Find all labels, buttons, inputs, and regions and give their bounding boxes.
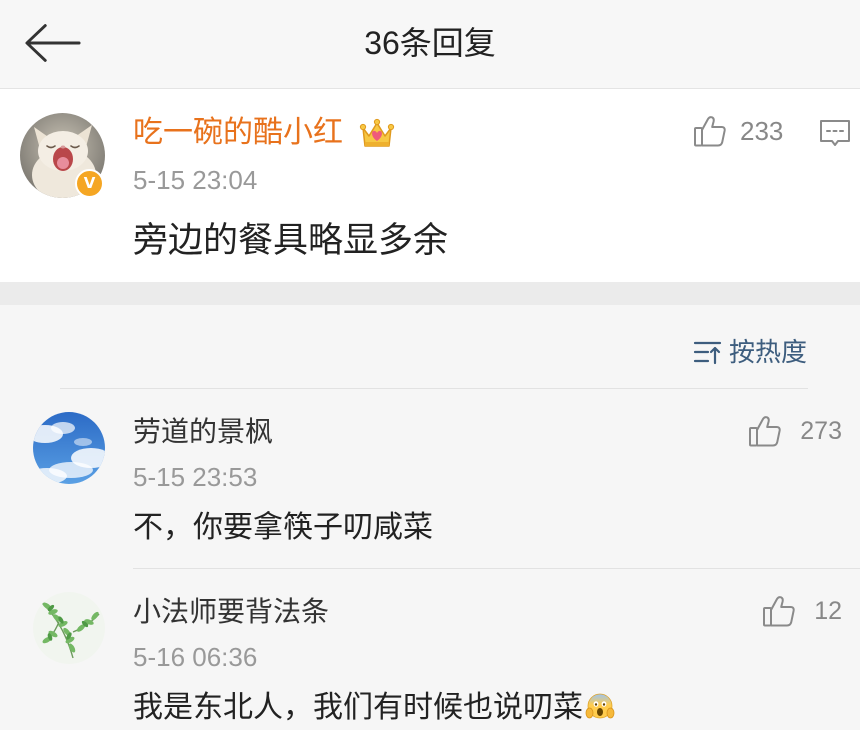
reply-button[interactable]: [818, 118, 852, 150]
reply-text: 我是东北人，我们有时候也说叨菜: [133, 691, 583, 724]
like-button[interactable]: 273: [748, 414, 842, 448]
reply-avatar[interactable]: [33, 412, 105, 484]
like-count: 273: [800, 417, 842, 445]
comment-icon: [820, 120, 850, 146]
green-leaves-avatar: [33, 592, 105, 664]
reply-username[interactable]: 小法师要背法条: [133, 594, 329, 630]
comment-timestamp: 5-15 23:04: [133, 165, 258, 195]
reply-text-row: 我是东北人，我们有时候也说叨菜: [133, 688, 615, 728]
verified-badge: V: [75, 169, 104, 198]
sort-icon: [693, 339, 723, 365]
reply-thread-screen: 36条回复 V 吃一碗的酷小红 5-15 23:04 旁边的餐具略显多余 233…: [0, 0, 860, 730]
comment-text: 旁边的餐具略显多余: [133, 221, 449, 260]
page-title: 36条回复: [364, 25, 496, 61]
like-count: 12: [814, 597, 842, 625]
sort-by-heat-button[interactable]: 按热度: [693, 336, 807, 368]
thumbs-up-icon: [693, 114, 727, 148]
like-button[interactable]: 233: [693, 114, 783, 148]
thumbs-up-icon: [748, 414, 782, 448]
like-count: 233: [740, 116, 784, 146]
reply-avatar[interactable]: [33, 592, 105, 664]
scream-emoji-icon: [585, 692, 615, 722]
reply-timestamp: 5-15 23:53: [133, 462, 258, 492]
like-button[interactable]: 12: [762, 594, 842, 628]
commenter-username[interactable]: 吃一碗的酷小红: [133, 114, 343, 152]
reply-item[interactable]: 小法师要背法条 12 5-16 06:36 我是东北人，我们有时候也说叨菜: [0, 580, 860, 730]
main-comment[interactable]: V 吃一碗的酷小红 5-15 23:04 旁边的餐具略显多余 233: [0, 89, 860, 282]
divider: [60, 388, 808, 389]
reply-timestamp: 5-16 06:36: [133, 642, 258, 672]
sky-clouds-avatar: [33, 412, 105, 484]
top-bar: 36条回复: [0, 0, 860, 89]
thumbs-up-icon: [762, 594, 796, 628]
crown-icon: [359, 118, 395, 147]
member-badge: [358, 114, 396, 152]
reply-text: 不，你要拿筷子叨咸菜: [133, 511, 433, 544]
reply-item[interactable]: 劳道的景枫 273 5-15 23:53 不，你要拿筷子叨咸菜: [0, 400, 860, 568]
divider: [133, 568, 860, 569]
reply-username[interactable]: 劳道的景枫: [133, 414, 273, 450]
section-separator: [0, 282, 860, 305]
sort-label: 按热度: [729, 337, 808, 367]
